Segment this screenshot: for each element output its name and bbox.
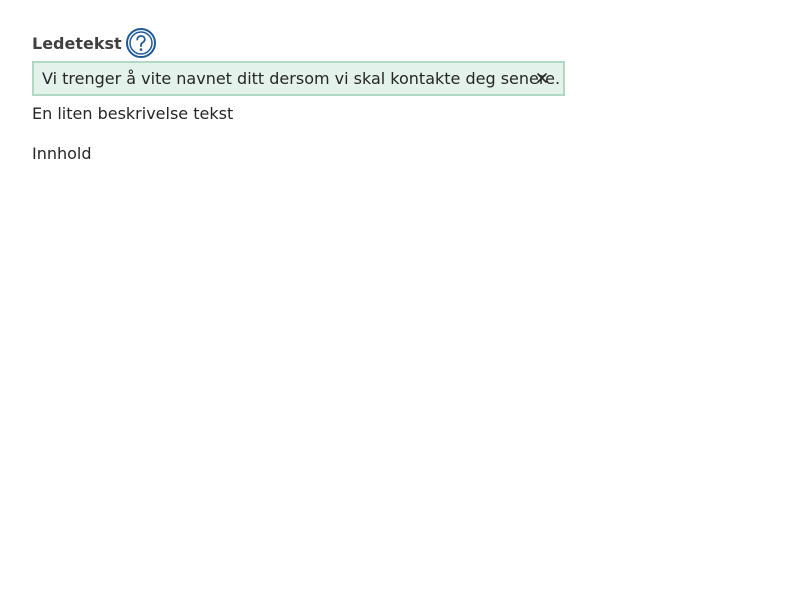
field-label: Ledetekst	[32, 34, 122, 53]
label-row: Ledetekst	[32, 28, 592, 58]
field-description: En liten beskrivelse tekst	[32, 104, 234, 123]
question-circle-icon	[125, 28, 156, 58]
close-icon	[536, 72, 548, 87]
help-text: Vi trenger å vite navnet ditt dersom vi …	[42, 68, 561, 88]
form-field: Ledetekst Vi trenger å vite navnet ditt …	[32, 28, 592, 164]
field-content: Innhold	[32, 144, 92, 163]
help-text-panel: Vi trenger å vite navnet ditt dersom vi …	[32, 61, 565, 96]
close-help-button[interactable]	[533, 70, 551, 88]
help-button[interactable]	[125, 28, 156, 58]
